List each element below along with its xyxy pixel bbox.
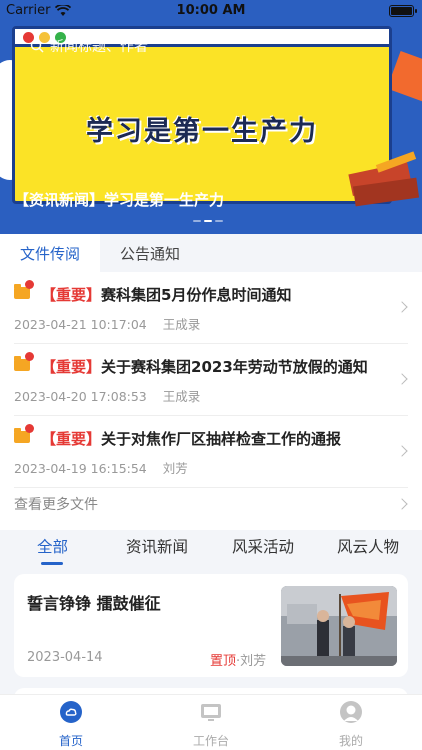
banner-pagination xyxy=(193,220,223,222)
status-time: 10:00 AM xyxy=(176,3,246,18)
document-datetime: 2023-04-19 16:15:54 xyxy=(14,461,147,476)
document-item[interactable]: 【重要】赛科集团5月份作息时间通知 2023-04-21 10:17:04 王成录 xyxy=(14,272,408,344)
tab-mine[interactable]: 我的 xyxy=(311,701,391,749)
document-meta: 2023-04-20 17:08:53 王成录 xyxy=(14,386,200,405)
document-item[interactable]: 【重要】关于赛科集团2023年劳动节放假的通知 2023-04-20 17:08… xyxy=(14,344,408,416)
banner-search[interactable]: 新闻标题、作者 xyxy=(30,36,148,56)
banner-caption: 【资讯新闻】学习是第一生产力 xyxy=(14,191,225,209)
news-thumbnail xyxy=(281,586,397,666)
unread-dot xyxy=(25,424,34,433)
document-title-text: 关于对焦作厂区抽样检查工作的通报 xyxy=(101,430,342,448)
important-tag: 【重要】 xyxy=(41,430,102,448)
banner-books-illustration xyxy=(348,151,420,207)
tab-workbench-label: 工作台 xyxy=(192,734,229,748)
important-tag: 【重要】 xyxy=(41,358,102,376)
pagination-dot xyxy=(215,220,223,222)
chevron-right-icon xyxy=(396,445,408,457)
news-banner[interactable]: 学习是第一生产力 新闻标题、作者 【资讯新闻】学习是第一生产力 xyxy=(0,0,422,234)
view-more-label: 查看更多文件 xyxy=(14,497,98,513)
unread-dot xyxy=(25,280,34,289)
battery-icon xyxy=(389,5,417,17)
doc-tabs: 文件传阅 公告通知 xyxy=(0,234,422,272)
document-title: 【重要】关于对焦作厂区抽样检查工作的通报 xyxy=(41,428,341,449)
app-screen: 学习是第一生产力 新闻标题、作者 【资讯新闻】学习是第一生产力 Carrier … xyxy=(0,0,422,750)
folder-icon xyxy=(14,352,34,372)
tab-mine-label: 我的 xyxy=(338,734,363,748)
status-bar: Carrier 10:00 AM xyxy=(0,0,422,22)
unread-dot xyxy=(25,352,34,361)
document-author: 王成录 xyxy=(162,317,201,332)
monitor-icon xyxy=(201,704,221,721)
flag-ceremony-photo xyxy=(281,586,397,666)
document-list: 【重要】赛科集团5月份作息时间通知 2023-04-21 10:17:04 王成录… xyxy=(0,272,422,530)
chevron-right-icon xyxy=(396,301,408,313)
tab-file-circulation[interactable]: 文件传阅 xyxy=(0,234,100,272)
tab-announcements[interactable]: 公告通知 xyxy=(100,234,200,272)
important-tag: 【重要】 xyxy=(41,286,102,304)
document-author: 王成录 xyxy=(162,389,201,404)
news-category-tabs: 全部 资讯新闻 风采活动 风云人物 xyxy=(0,530,422,568)
news-date: 2023-04-14 xyxy=(27,650,103,665)
document-title: 【重要】赛科集团5月份作息时间通知 xyxy=(41,284,291,305)
folder-icon xyxy=(14,424,34,444)
tab-home-label: 首页 xyxy=(58,734,83,748)
tab-home[interactable]: 首页 xyxy=(31,701,111,749)
news-meta: 置顶·刘芳 xyxy=(210,650,266,669)
banner-decor-stripe-right xyxy=(386,50,422,110)
pagination-dot-active xyxy=(204,220,212,222)
tab-workbench[interactable]: 工作台 xyxy=(171,701,251,749)
tab-info-news[interactable]: 资讯新闻 xyxy=(126,535,188,557)
person-icon xyxy=(340,701,362,723)
bottom-tab-bar: 首页 工作台 我的 xyxy=(0,694,422,750)
news-title: 誓言铮铮 擂鼓催征 xyxy=(27,594,161,613)
document-title: 【重要】关于赛科集团2023年劳动节放假的通知 xyxy=(41,356,368,377)
chevron-right-icon xyxy=(396,498,408,510)
document-meta: 2023-04-21 10:17:04 王成录 xyxy=(14,314,200,333)
news-card[interactable]: 誓言铮铮 擂鼓催征 2023-04-14 置顶·刘芳 xyxy=(14,574,408,677)
search-icon xyxy=(30,39,44,53)
tab-activities[interactable]: 风采活动 xyxy=(232,535,294,557)
document-title-text: 赛科集团5月份作息时间通知 xyxy=(101,286,292,304)
pagination-dot xyxy=(193,220,201,222)
banner-title: 学习是第一生产力 xyxy=(86,116,318,147)
document-datetime: 2023-04-21 10:17:04 xyxy=(14,317,147,332)
news-author: 刘芳 xyxy=(240,654,267,669)
document-datetime: 2023-04-20 17:08:53 xyxy=(14,389,147,404)
home-cloud-icon xyxy=(60,701,82,723)
view-more-files-link[interactable]: 查看更多文件 xyxy=(14,488,408,520)
pinned-tag: 置顶 xyxy=(210,654,237,669)
document-item[interactable]: 【重要】关于对焦作厂区抽样检查工作的通报 2023-04-19 16:15:54… xyxy=(14,416,408,488)
tab-people[interactable]: 风云人物 xyxy=(337,535,399,557)
search-placeholder: 新闻标题、作者 xyxy=(50,39,148,55)
document-author: 刘芳 xyxy=(162,461,188,476)
document-meta: 2023-04-19 16:15:54 刘芳 xyxy=(14,458,188,477)
tab-all[interactable]: 全部 xyxy=(37,535,68,557)
chevron-right-icon xyxy=(396,373,408,385)
active-tab-indicator xyxy=(41,562,63,565)
document-title-text: 关于赛科集团2023年劳动节放假的通知 xyxy=(101,358,368,376)
folder-icon xyxy=(14,280,34,300)
